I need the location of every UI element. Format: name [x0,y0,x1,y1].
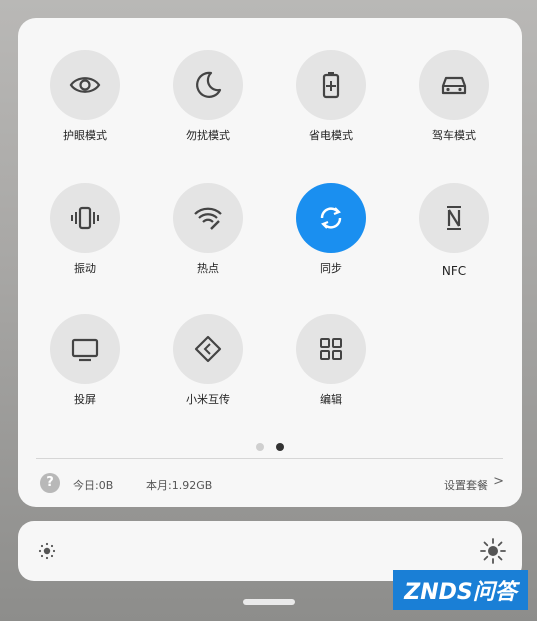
quick-settings-panel: 护眼模式 勿扰模式 省电模式 驾车模式 振动 热点 同步 NFC 投屏 小米互传… [18,18,522,507]
nfc-icon [447,206,461,230]
tile-driving-mode-button[interactable] [419,50,489,120]
divider [36,458,503,459]
tile-label: 振动 [74,262,96,275]
tile-label: 驾车模式 [432,129,476,142]
tile-eye-care-button[interactable] [50,50,120,120]
page-dot-1[interactable] [256,443,264,451]
tile-driving-mode[interactable]: 驾车模式 [404,50,504,142]
sync-icon [320,207,342,229]
today-value: :0B [95,479,114,492]
tile-do-not-disturb[interactable]: 勿扰模式 [158,50,258,142]
data-usage-footer: ? 今日:0B 本月:1.92GB 设置套餐 > [18,468,522,498]
tile-label: 勿扰模式 [186,129,230,142]
sun-high-icon [480,538,506,564]
tile-vibrate[interactable]: 振动 [35,183,135,275]
page-indicator [18,443,522,453]
tile-sync[interactable]: 同步 [281,183,381,275]
tile-nfc[interactable]: NFC [404,183,504,278]
tile-edit[interactable]: 编辑 [281,314,381,406]
car-icon [441,76,467,95]
moon-icon [196,71,222,98]
page-dot-2[interactable] [276,443,284,451]
sun-low-icon [38,542,56,560]
tile-battery-saver-button[interactable] [296,50,366,120]
chevron-right-icon[interactable]: > [493,474,504,489]
today-label: 今日 [73,479,95,492]
vibrate-icon [71,206,99,230]
tile-eye-care[interactable]: 护眼模式 [35,50,135,142]
tile-share-transfer[interactable]: 小米互传 [158,314,258,406]
tile-hotspot-button[interactable] [173,183,243,253]
help-icon[interactable]: ? [40,473,60,493]
eye-icon [69,77,101,93]
tile-dnd-button[interactable] [173,50,243,120]
tile-hotspot[interactable]: 热点 [158,183,258,275]
month-label: 本月 [146,479,168,492]
tile-label: 省电模式 [309,129,353,142]
tile-sync-button[interactable] [296,183,366,253]
edit-grid-icon [320,338,342,360]
tile-share-button[interactable] [173,314,243,384]
tile-cast-button[interactable] [50,314,120,384]
share-transfer-icon [194,335,222,363]
tile-vibrate-button[interactable] [50,183,120,253]
tile-label: 投屏 [74,393,96,406]
settings-plan-link[interactable]: 设置套餐 [444,477,488,493]
tile-edit-button[interactable] [296,314,366,384]
watermark-logo: ZNDS问答 [393,570,528,610]
hotspot-icon [194,207,222,230]
tile-cast-screen[interactable]: 投屏 [35,314,135,406]
tile-battery-saver[interactable]: 省电模式 [281,50,381,142]
tile-label: 护眼模式 [63,129,107,142]
battery-saver-icon [322,72,340,99]
tile-nfc-button[interactable] [419,183,489,253]
tile-label: 热点 [197,262,219,275]
month-usage: 本月:1.92GB [146,477,212,493]
tile-label: NFC [441,264,467,278]
month-value: :1.92GB [168,479,213,492]
tile-label: 小米互传 [186,393,230,406]
today-usage: 今日:0B [73,477,113,493]
tile-label: 编辑 [320,393,342,406]
tile-label: 同步 [320,262,342,275]
drag-handle[interactable] [243,599,295,605]
cast-screen-icon [71,338,99,362]
